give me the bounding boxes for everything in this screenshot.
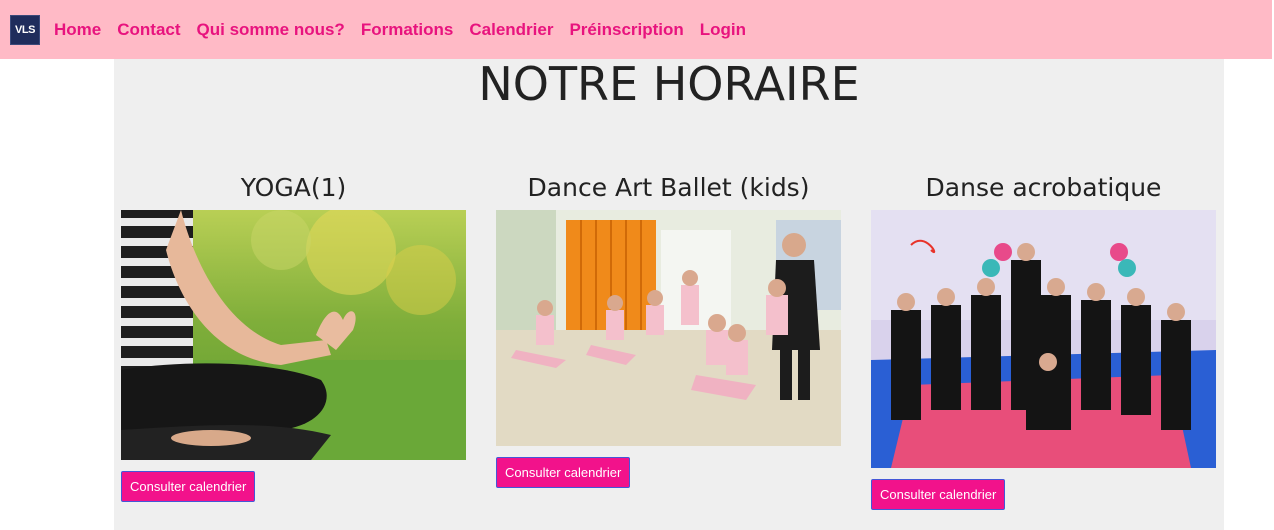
page-title: NOTRE HORAIRE: [478, 57, 860, 111]
nav-home[interactable]: Home: [54, 20, 101, 40]
course-card-ballet: Dance Art Ballet (kids) Consulter calend…: [496, 173, 841, 488]
course-image-ballet: [496, 210, 841, 446]
nav-calendar[interactable]: Calendrier: [469, 20, 553, 40]
course-card-yoga: YOGA(1) Consulter calendrier: [121, 173, 466, 502]
nav-preregistration[interactable]: Préinscription: [569, 20, 683, 40]
course-title: Dance Art Ballet (kids): [527, 173, 810, 202]
navbar: VLS Home Contact Qui somme nous? Formati…: [0, 0, 1272, 59]
brand-logo[interactable]: VLS: [10, 14, 40, 45]
course-title: Danse acrobatique: [925, 173, 1162, 202]
nav-about[interactable]: Qui somme nous?: [197, 20, 345, 40]
nav-formations[interactable]: Formations: [361, 20, 454, 40]
course-image-acrobatic: [871, 210, 1216, 468]
course-image-yoga: [121, 210, 466, 460]
schedule-section: NOTRE HORAIRE YOGA(1) Consulter calendri…: [114, 59, 1224, 530]
consult-calendar-button[interactable]: Consulter calendrier: [496, 457, 631, 488]
consult-calendar-button[interactable]: Consulter calendrier: [871, 479, 1006, 510]
consult-calendar-button[interactable]: Consulter calendrier: [121, 471, 256, 502]
nav-contact[interactable]: Contact: [117, 20, 180, 40]
nav-login[interactable]: Login: [700, 20, 746, 40]
course-card-acrobatic: Danse acrobatique Consulter calendrier: [871, 173, 1216, 510]
course-title: YOGA(1): [240, 173, 347, 202]
